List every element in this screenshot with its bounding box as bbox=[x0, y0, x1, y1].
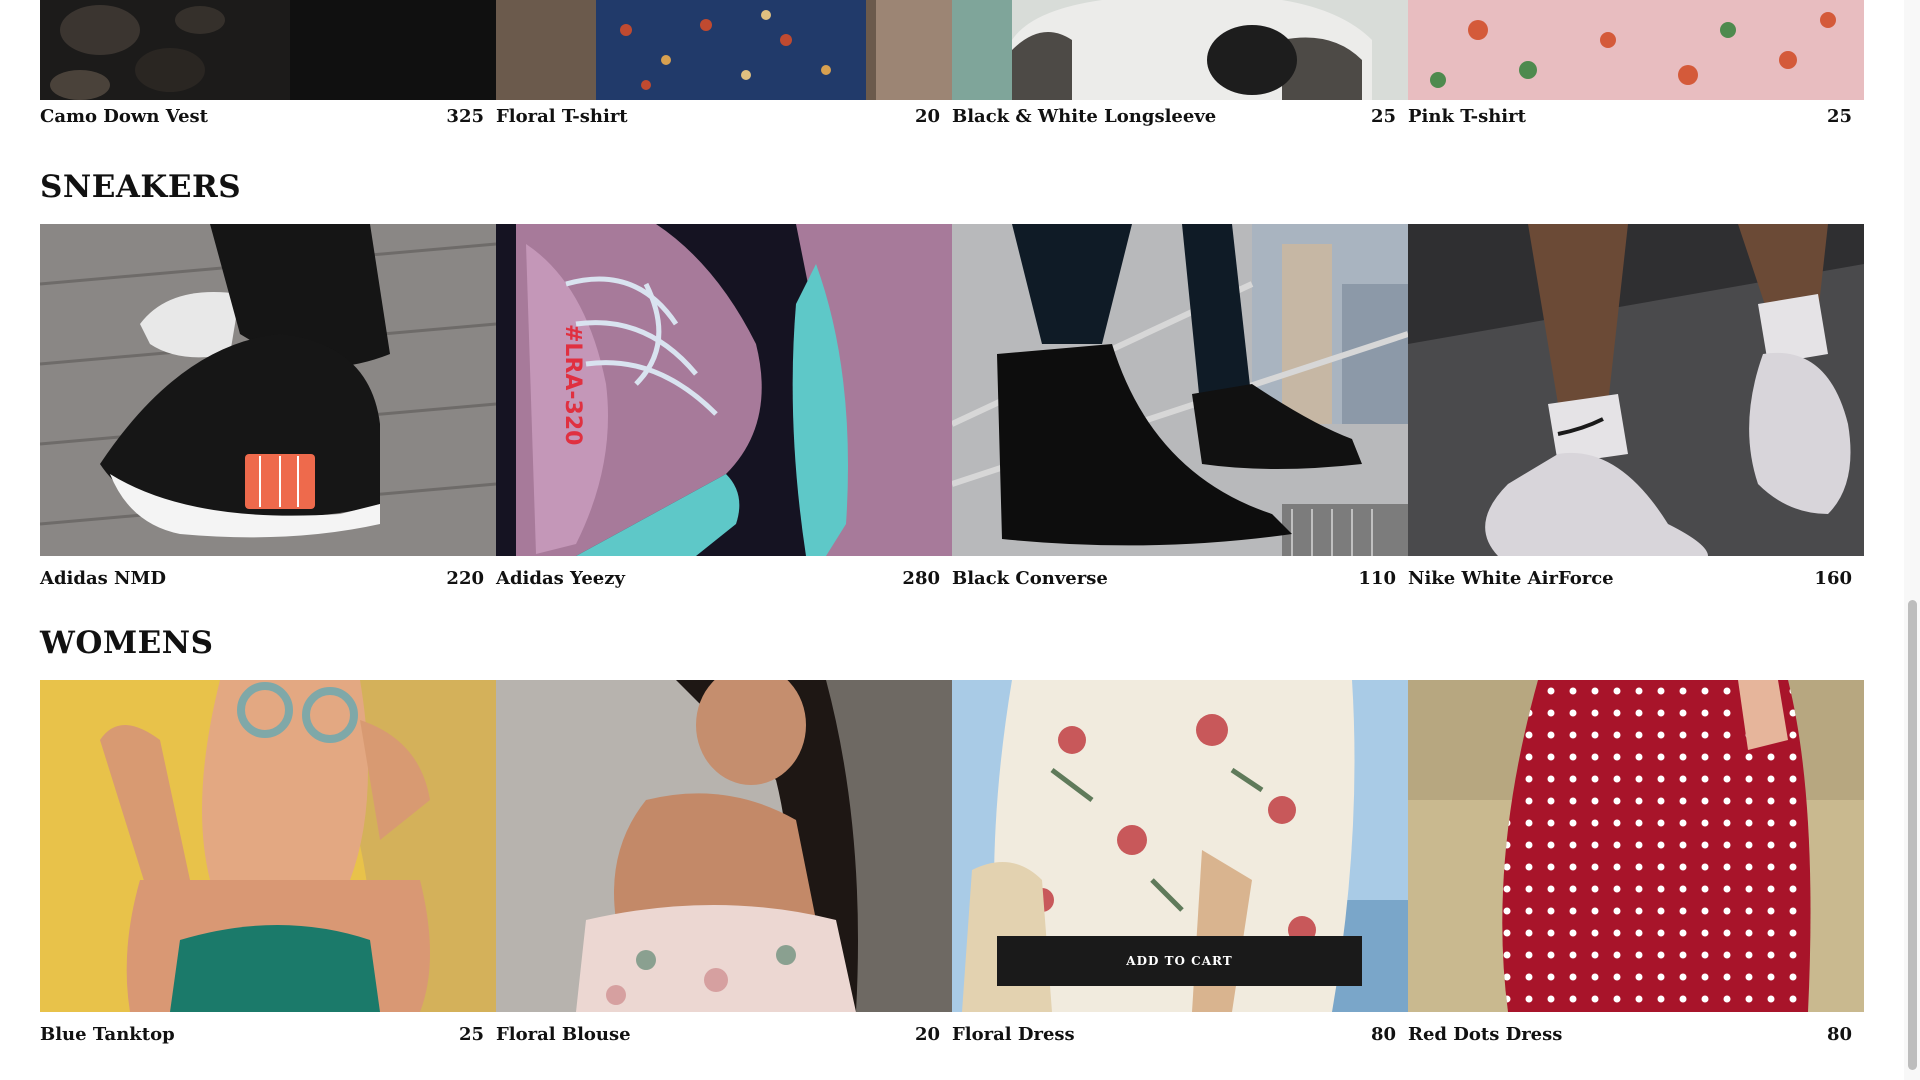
product-image[interactable] bbox=[496, 680, 952, 1012]
product-row-sneakers: Adidas NMD 220 #LRA-320 Adidas Yeezy 280… bbox=[40, 224, 1864, 604]
product-price: 280 bbox=[902, 568, 940, 589]
product-name: Black & White Longsleeve bbox=[952, 106, 1217, 127]
product-card[interactable]: ADD TO CART Floral Dress 80 bbox=[952, 680, 1408, 1060]
product-price: 25 bbox=[1826, 106, 1852, 127]
product-name: Floral Blouse bbox=[496, 1024, 631, 1045]
shop-page: Camo Down Vest 325 Floral T-shirt 20 Bla… bbox=[0, 0, 1920, 1080]
product-card[interactable]: Camo Down Vest 325 bbox=[40, 0, 496, 130]
product-card[interactable]: Floral T-shirt 20 bbox=[496, 0, 952, 130]
product-image[interactable] bbox=[496, 0, 952, 100]
scrollbar[interactable] bbox=[1904, 0, 1920, 1080]
product-image[interactable] bbox=[1408, 680, 1864, 1012]
product-card[interactable]: Adidas NMD 220 bbox=[40, 224, 496, 604]
section-title-womens[interactable]: WOMENS bbox=[40, 628, 214, 659]
product-price: 25 bbox=[458, 1024, 484, 1045]
product-card[interactable]: Nike White AirForce 160 bbox=[1408, 224, 1864, 604]
product-image[interactable] bbox=[40, 680, 496, 1012]
product-price: 325 bbox=[446, 106, 484, 127]
product-name: Floral Dress bbox=[952, 1024, 1075, 1045]
product-name: Camo Down Vest bbox=[40, 106, 208, 127]
product-price: 220 bbox=[446, 568, 484, 589]
product-card[interactable]: Red Dots Dress 80 bbox=[1408, 680, 1864, 1060]
product-price: 110 bbox=[1358, 568, 1396, 589]
product-price: 20 bbox=[914, 106, 940, 127]
product-card[interactable]: Floral Blouse 20 bbox=[496, 680, 952, 1060]
product-price: 20 bbox=[914, 1024, 940, 1045]
product-price: 160 bbox=[1814, 568, 1852, 589]
product-row-womens: Blue Tanktop 25 Floral Blouse 20 ADD TO … bbox=[40, 680, 1864, 1060]
product-card[interactable]: Black & White Longsleeve 25 bbox=[952, 0, 1408, 130]
product-card[interactable]: Pink T-shirt 25 bbox=[1408, 0, 1864, 130]
product-price: 80 bbox=[1370, 1024, 1396, 1045]
svg-text:#LRA-320: #LRA-320 bbox=[560, 324, 585, 445]
product-price: 25 bbox=[1370, 106, 1396, 127]
product-name: Red Dots Dress bbox=[1408, 1024, 1563, 1045]
product-name: Adidas Yeezy bbox=[496, 568, 625, 589]
product-name: Blue Tanktop bbox=[40, 1024, 175, 1045]
product-card[interactable]: #LRA-320 Adidas Yeezy 280 bbox=[496, 224, 952, 604]
product-image[interactable]: #LRA-320 bbox=[496, 224, 952, 556]
section-title-sneakers[interactable]: SNEAKERS bbox=[40, 172, 241, 203]
product-name: Nike White AirForce bbox=[1408, 568, 1614, 589]
product-row-top: Camo Down Vest 325 Floral T-shirt 20 Bla… bbox=[40, 0, 1864, 130]
product-card[interactable]: Black Converse 110 bbox=[952, 224, 1408, 604]
product-image[interactable] bbox=[40, 0, 496, 100]
product-name: Floral T-shirt bbox=[496, 106, 628, 127]
product-name: Pink T-shirt bbox=[1408, 106, 1526, 127]
product-image[interactable] bbox=[1408, 0, 1864, 100]
add-to-cart-button[interactable]: ADD TO CART bbox=[997, 936, 1362, 986]
product-image[interactable] bbox=[952, 224, 1408, 556]
product-name: Adidas NMD bbox=[40, 568, 167, 589]
product-image[interactable] bbox=[1408, 224, 1864, 556]
product-card[interactable]: Blue Tanktop 25 bbox=[40, 680, 496, 1060]
product-name: Black Converse bbox=[952, 568, 1108, 589]
product-price: 80 bbox=[1826, 1024, 1852, 1045]
product-image[interactable] bbox=[952, 0, 1408, 100]
scrollbar-thumb[interactable] bbox=[1908, 600, 1917, 1070]
product-image[interactable] bbox=[40, 224, 496, 556]
